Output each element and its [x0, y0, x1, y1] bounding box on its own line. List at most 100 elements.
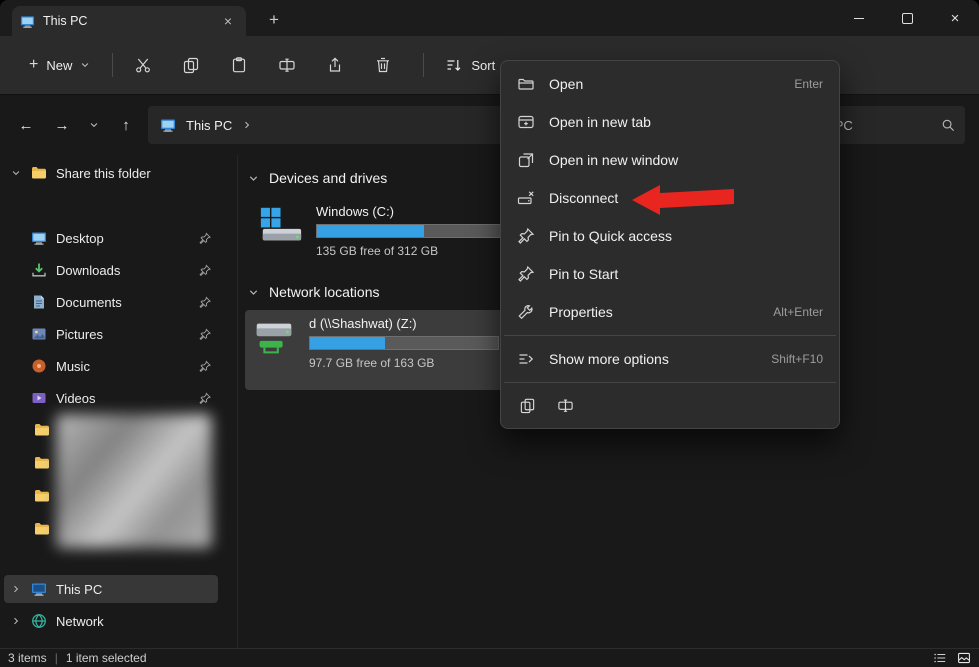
- chevron-right-icon[interactable]: [10, 616, 22, 626]
- close-button[interactable]: ×: [931, 0, 979, 36]
- new-button-label: New: [46, 57, 73, 73]
- menu-item-pin-to-quick-access[interactable]: Pin to Quick access: [505, 217, 835, 255]
- drive-name: d (\\Shashwat) (Z:): [309, 316, 417, 331]
- details-view-button[interactable]: [933, 651, 947, 665]
- rename-button[interactable]: [549, 390, 581, 420]
- section-title: Network locations: [269, 284, 380, 300]
- paste-button[interactable]: [220, 47, 258, 83]
- pin-icon: [199, 296, 211, 308]
- drive-windows-c[interactable]: Windows (C:) 135 GB free of 312 GB: [252, 198, 506, 264]
- sidebar-item-music[interactable]: Music: [4, 352, 218, 380]
- menu-item-open-in-new-window[interactable]: Open in new window: [505, 141, 835, 179]
- new-window-icon: [518, 153, 534, 168]
- menu-item-open-in-new-tab[interactable]: Open in new tab: [505, 103, 835, 141]
- tab-close-button[interactable]: ×: [218, 11, 238, 31]
- menu-item-show-more-options[interactable]: Show more options Shift+F10: [505, 340, 835, 378]
- cut-button[interactable]: [124, 47, 162, 83]
- drive-network-z[interactable]: d (\\Shashwat) (Z:) 97.7 GB free of 163 …: [245, 310, 503, 390]
- breadcrumb-root[interactable]: This PC: [186, 118, 232, 133]
- folder-icon: [32, 167, 46, 179]
- blurred-folder-item[interactable]: [30, 449, 54, 477]
- menu-item-shortcut: Shift+F10: [771, 352, 823, 366]
- sidebar-item-share-this-folder[interactable]: Share this folder: [4, 159, 218, 187]
- sort-icon: [447, 60, 461, 71]
- pin-icon: [518, 265, 535, 282]
- section-devices-and-drives[interactable]: Devices and drives: [248, 170, 387, 186]
- maximize-button[interactable]: [883, 0, 931, 36]
- blurred-folder-item[interactable]: [30, 482, 54, 510]
- chevron-down-icon: [90, 123, 98, 128]
- maximize-icon: [901, 12, 913, 24]
- items-count: 3 items: [8, 651, 47, 665]
- copy-button[interactable]: [172, 47, 210, 83]
- copy-button[interactable]: [511, 390, 543, 420]
- capacity-bar: [309, 336, 499, 350]
- selection-count: 1 item selected: [65, 651, 147, 665]
- menu-item-properties[interactable]: Properties Alt+Enter: [505, 293, 835, 331]
- forward-button[interactable]: →: [48, 111, 76, 139]
- chevron-right-icon[interactable]: [10, 584, 22, 594]
- sidebar-item-documents[interactable]: Documents: [4, 288, 218, 316]
- sidebar-item-videos[interactable]: Videos: [4, 384, 218, 412]
- menu-separator: [504, 335, 836, 336]
- this-pc-icon: [20, 14, 35, 29]
- recent-locations-button[interactable]: [84, 111, 104, 139]
- thumbnail-view-button[interactable]: [957, 651, 971, 665]
- plus-icon: +: [29, 56, 39, 73]
- blurred-folder-item[interactable]: [30, 515, 54, 543]
- back-button[interactable]: ←: [12, 111, 40, 139]
- menu-item-label: Pin to Start: [549, 266, 619, 282]
- new-tab-button[interactable]: +: [262, 8, 286, 32]
- folder-icon: [35, 457, 49, 469]
- sidebar-item-label: Network: [56, 613, 104, 629]
- chevron-down-icon[interactable]: [248, 173, 259, 184]
- sidebar-item-label: Share this folder: [56, 165, 151, 181]
- sidebar-item-this-pc[interactable]: This PC: [4, 575, 218, 603]
- sidebar-item-network[interactable]: Network: [4, 607, 218, 635]
- new-button[interactable]: + New: [18, 51, 101, 80]
- context-menu: Open Enter Open in new tab Open in new w…: [500, 60, 840, 429]
- sidebar-item-pictures[interactable]: Pictures: [4, 320, 218, 348]
- details-view-icon: [934, 653, 946, 663]
- pin-icon: [199, 360, 211, 372]
- this-pc-icon: [32, 583, 46, 596]
- sidebar-item-label: Pictures: [56, 326, 103, 342]
- sidebar-item-desktop[interactable]: Desktop: [4, 224, 218, 252]
- section-network-locations[interactable]: Network locations: [248, 284, 380, 300]
- titlebar: This PC × + ×: [0, 0, 979, 36]
- delete-icon: [377, 57, 390, 73]
- drive-info: Windows (C:) 135 GB free of 312 GB: [316, 204, 506, 258]
- pin-icon: [199, 264, 211, 276]
- menu-quick-actions: [501, 387, 839, 424]
- sidebar-item-label: This PC: [56, 581, 103, 597]
- share-button[interactable]: [316, 47, 354, 83]
- status-bar: 3 items | 1 item selected: [0, 648, 979, 667]
- share-icon: [330, 57, 341, 72]
- menu-item-label: Disconnect: [549, 190, 619, 206]
- rename-button[interactable]: [268, 47, 306, 83]
- pane-splitter[interactable]: [237, 155, 238, 648]
- up-button[interactable]: ↑: [112, 111, 140, 139]
- videos-icon: [32, 393, 46, 403]
- sidebar-item-downloads[interactable]: Downloads: [4, 256, 218, 284]
- menu-item-pin-to-start[interactable]: Pin to Start: [505, 255, 835, 293]
- minimize-button[interactable]: [835, 0, 883, 36]
- windows-drive-icon: [260, 207, 302, 241]
- chevron-down-icon[interactable]: [10, 168, 22, 178]
- rename-icon: [557, 398, 573, 412]
- chevron-right-icon[interactable]: [242, 120, 252, 130]
- delete-button[interactable]: [364, 47, 402, 83]
- menu-item-open[interactable]: Open Enter: [505, 65, 835, 103]
- section-title: Devices and drives: [269, 170, 388, 186]
- network-drive-icon: [256, 323, 292, 354]
- redacted-folder-names: [56, 414, 212, 548]
- blurred-folder-item[interactable]: [30, 416, 54, 444]
- capacity-bar-fill: [310, 337, 386, 349]
- open-icon: [518, 78, 534, 90]
- network-icon: [32, 613, 46, 629]
- downloads-icon: [32, 263, 46, 277]
- sidebar-item-label: Downloads: [56, 262, 121, 278]
- tab-this-pc[interactable]: This PC ×: [12, 6, 246, 36]
- menu-separator: [504, 382, 836, 383]
- chevron-down-icon[interactable]: [248, 287, 259, 298]
